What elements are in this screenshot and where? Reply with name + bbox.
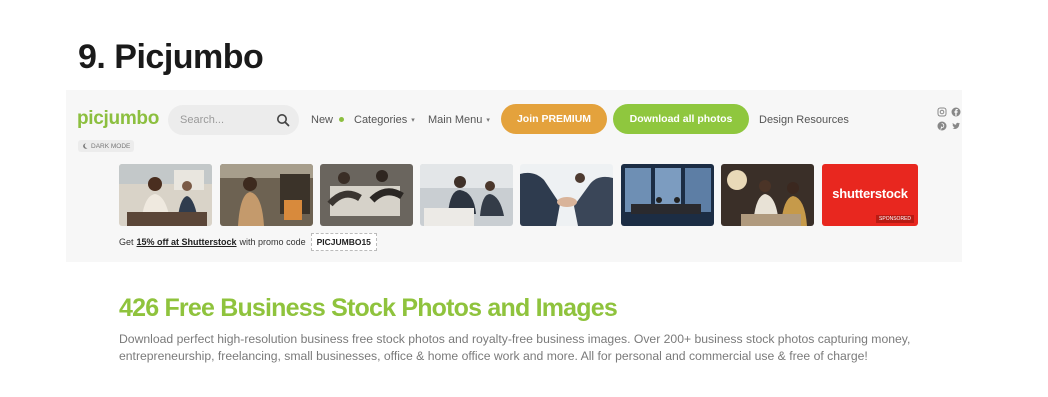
- nav-categories[interactable]: Categories ▾: [354, 114, 415, 126]
- search-input[interactable]: [180, 112, 270, 128]
- page-title: 426 Free Business Stock Photos and Image…: [119, 294, 618, 322]
- shutterstock-ad[interactable]: shutterstock SPONSORED: [822, 164, 918, 226]
- promo-suffix: with promo code: [239, 237, 306, 247]
- site-logo[interactable]: picjumbo: [77, 108, 159, 130]
- nav-design-resources[interactable]: Design Resources: [759, 114, 849, 126]
- social-links: [935, 106, 963, 134]
- promo-link[interactable]: 15% off at Shutterstock: [137, 237, 237, 247]
- nav-categories-label: Categories: [354, 114, 408, 126]
- chevron-down-icon: ▾: [486, 117, 490, 125]
- shutterstock-logo: shutterstock: [832, 186, 908, 201]
- ad-photo-thumbnail[interactable]: [119, 164, 212, 226]
- promo-code[interactable]: PICJUMBO15: [310, 233, 377, 251]
- search-icon[interactable]: [276, 113, 290, 127]
- chevron-down-icon: ▾: [411, 117, 415, 125]
- new-indicator-dot: [339, 116, 345, 122]
- download-all-button[interactable]: Download all photos: [613, 104, 749, 134]
- site-header: picjumbo New Categories▾ Main Menu▾ Join…: [66, 90, 962, 262]
- twitter-icon[interactable]: [951, 121, 961, 131]
- moon-icon: [83, 143, 88, 149]
- article-heading: 9. Picjumbo: [78, 38, 264, 76]
- nav-main-menu-label: Main Menu: [428, 114, 483, 126]
- ad-photo-thumbnail[interactable]: [721, 164, 814, 226]
- dark-mode-toggle[interactable]: DARK MODE: [78, 140, 135, 152]
- search-box[interactable]: [168, 105, 299, 135]
- nav-new-label: New: [311, 114, 334, 126]
- instagram-icon[interactable]: [937, 107, 947, 117]
- nav-new[interactable]: New: [311, 114, 345, 126]
- pinterest-icon[interactable]: [937, 121, 947, 131]
- promo-banner: Get 15% off at Shutterstock with promo c…: [119, 233, 377, 251]
- ad-photo-thumbnail[interactable]: [621, 164, 714, 226]
- dark-mode-label: DARK MODE: [91, 142, 131, 150]
- ad-photo-thumbnail[interactable]: [320, 164, 413, 226]
- ad-photo-thumbnail[interactable]: [420, 164, 513, 226]
- join-premium-button[interactable]: Join PREMIUM: [501, 104, 607, 134]
- nav-main-menu[interactable]: Main Menu ▾: [428, 114, 490, 126]
- page-description: Download perfect high-resolution busines…: [119, 332, 911, 363]
- website-screenshot: picjumbo New Categories▾ Main Menu▾ Join…: [66, 90, 962, 397]
- ad-photo-thumbnail[interactable]: [520, 164, 613, 226]
- sponsored-badge: SPONSORED: [876, 215, 914, 223]
- promo-prefix: Get: [119, 237, 134, 247]
- ad-photo-thumbnail[interactable]: [220, 164, 313, 226]
- facebook-icon[interactable]: [951, 107, 961, 117]
